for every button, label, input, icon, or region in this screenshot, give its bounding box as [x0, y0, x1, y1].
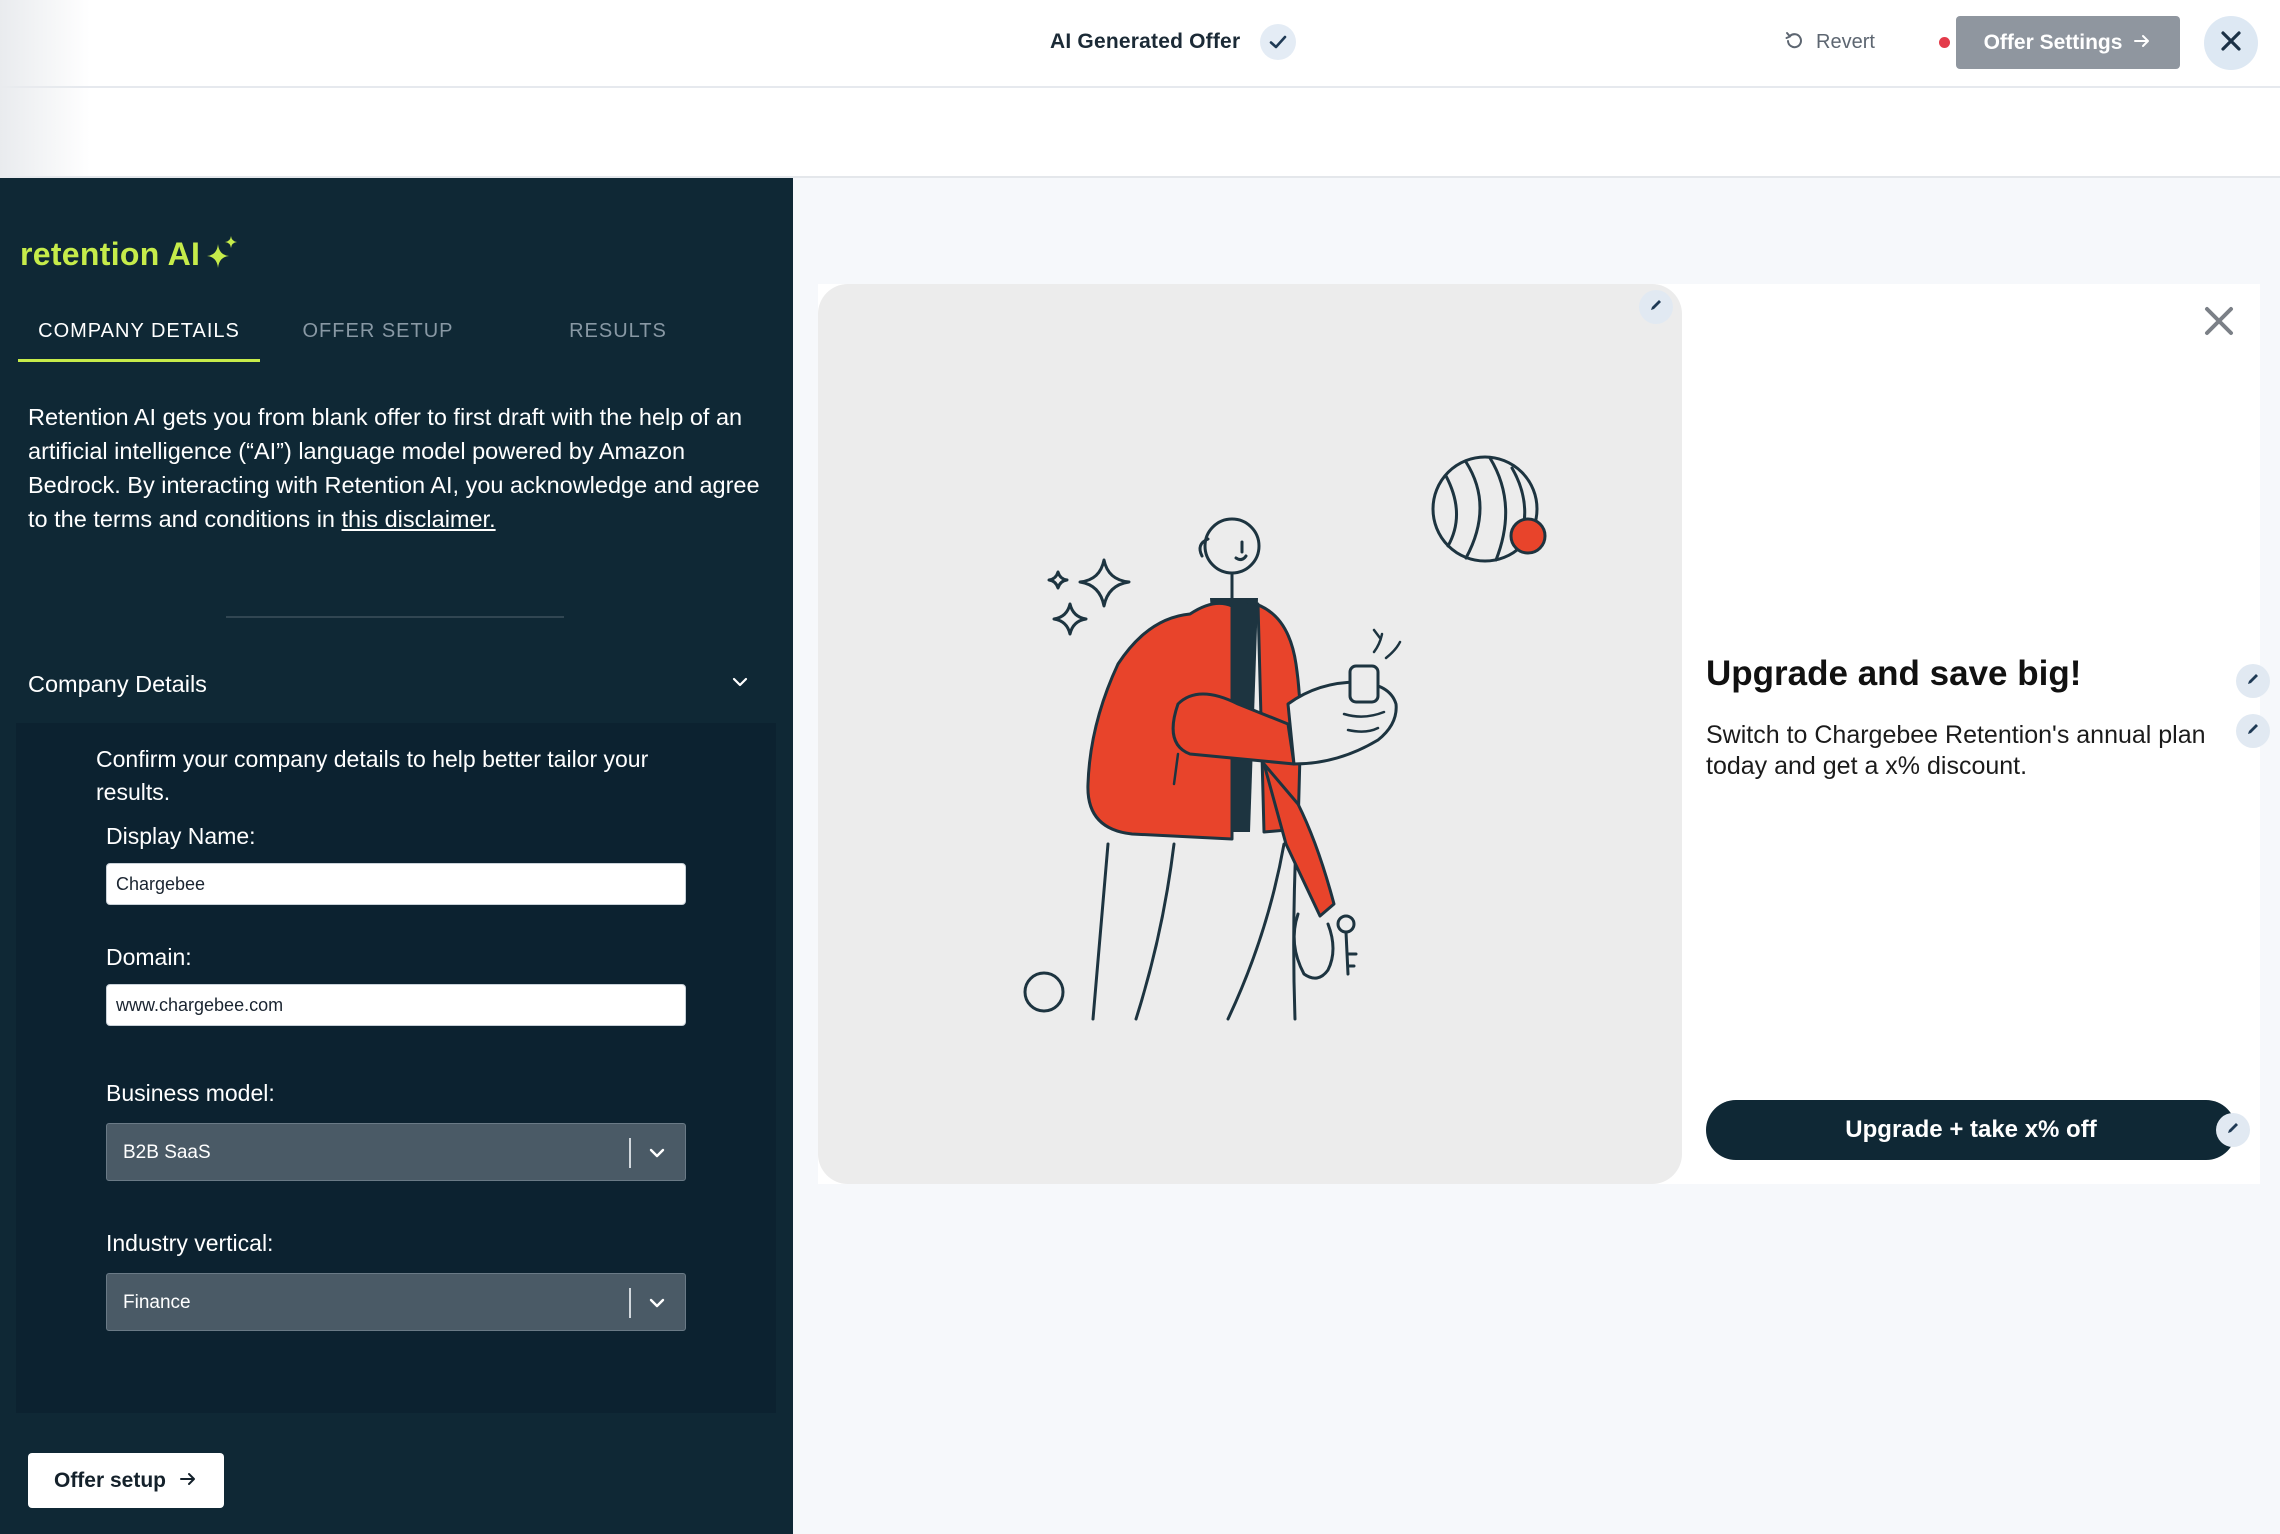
brand-logo: retention AI — [20, 234, 240, 275]
industry-vertical-select[interactable]: Finance — [106, 1273, 686, 1331]
pencil-icon — [2246, 722, 2260, 741]
offer-close-icon[interactable] — [2204, 306, 2234, 341]
company-details-accordion-header[interactable]: Company Details — [28, 664, 750, 704]
offer-headline: Upgrade and save big! — [1706, 654, 2082, 693]
edit-cta-button[interactable] — [2216, 1113, 2250, 1147]
retention-ai-sidebar: retention AI COMPANY DETAILS OFFER SETUP… — [0, 178, 793, 1534]
form-description: Confirm your company details to help bet… — [96, 746, 649, 805]
offer-title-group: AI Generated Offer — [1050, 22, 1297, 62]
accordion-title: Company Details — [28, 670, 207, 697]
edit-body-button[interactable] — [2236, 714, 2270, 748]
domain-label: Domain: — [106, 944, 192, 970]
offer-setup-label: Offer setup — [53, 1468, 166, 1492]
upgrade-cta-button[interactable]: Upgrade + take x% off — [1706, 1100, 2236, 1160]
industry-vertical-value: Finance — [123, 1292, 191, 1313]
pencil-icon — [2246, 672, 2260, 691]
check-icon — [1260, 24, 1297, 60]
revert-button[interactable]: Revert — [1784, 25, 1875, 59]
revert-icon — [1784, 30, 1804, 55]
intro-paragraph: Retention AI gets you from blank offer t… — [28, 400, 768, 536]
industry-vertical-label: Industry vertical: — [106, 1230, 274, 1256]
display-name-label: Display Name: — [106, 823, 256, 849]
offer-setup-button[interactable]: Offer setup — [28, 1453, 224, 1508]
business-model-select[interactable]: B2B SaaS — [106, 1123, 686, 1181]
chevron-down-icon — [647, 1143, 667, 1168]
unsaved-indicator-dot — [1939, 37, 1950, 48]
arrow-right-icon — [178, 1469, 198, 1492]
display-name-input[interactable] — [106, 863, 686, 905]
pencil-icon — [2226, 1121, 2240, 1140]
close-editor-button[interactable] — [2204, 16, 2258, 70]
revert-label: Revert — [1816, 30, 1875, 53]
person-with-phone-illustration — [1023, 455, 1547, 1021]
brand-name: retention AI — [20, 236, 201, 272]
sparkle-icon — [204, 234, 240, 275]
business-model-value: B2B SaaS — [123, 1142, 211, 1163]
secondary-toolbar — [0, 90, 2280, 178]
offer-settings-button[interactable]: Offer Settings — [1956, 16, 2180, 69]
pencil-icon — [1649, 298, 1663, 317]
domain-input[interactable] — [106, 984, 686, 1026]
arrow-right-icon — [2132, 31, 2152, 54]
chevron-down-icon — [647, 1293, 667, 1318]
select-separator — [629, 1288, 631, 1318]
offer-card: Upgrade and save big! Switch to Chargebe… — [818, 284, 2270, 1184]
edit-image-button[interactable] — [1639, 290, 1673, 324]
cta-label: Upgrade + take x% off — [1845, 1116, 2097, 1143]
top-bar: AI Generated Offer Revert Offer Settings — [0, 0, 2280, 88]
left-edge-shadow — [0, 0, 90, 178]
page-title: AI Generated Offer — [1050, 30, 1241, 53]
chevron-down-icon — [730, 672, 750, 697]
tab-company-details[interactable]: COMPANY DETAILS — [18, 308, 260, 362]
sidebar-tabs: COMPANY DETAILS OFFER SETUP RESULTS — [18, 308, 698, 362]
business-model-label: Business model: — [106, 1080, 275, 1106]
section-divider — [226, 616, 564, 618]
disclaimer-link[interactable]: this disclaimer. — [342, 506, 496, 532]
offer-settings-label: Offer Settings — [1983, 30, 2123, 54]
close-icon — [2220, 30, 2242, 57]
offer-body-text: Switch to Chargebee Retention's annual p… — [1706, 721, 2206, 780]
company-details-form: Confirm your company details to help bet… — [16, 723, 776, 1413]
tab-offer-setup[interactable]: OFFER SETUP — [280, 308, 476, 362]
edit-headline-button[interactable] — [2236, 664, 2270, 698]
tab-results[interactable]: RESULTS — [516, 308, 720, 362]
illustration-panel — [818, 284, 1682, 1184]
select-separator — [629, 1138, 631, 1168]
